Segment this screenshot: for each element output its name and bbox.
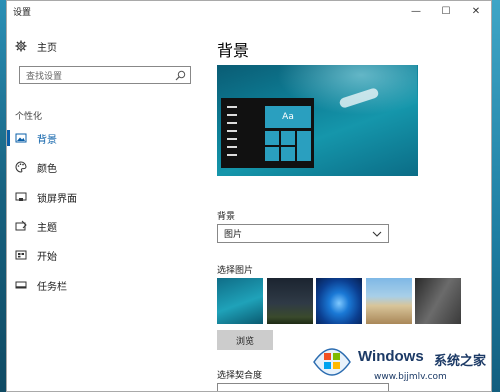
background-type-select[interactable]: 图片 (217, 224, 389, 243)
preview-tile (265, 131, 279, 145)
preview-tile (281, 131, 295, 145)
watermark: Windows 系统之家 www.bjjmlv.com (310, 338, 500, 392)
section-title: 个性化 (15, 112, 43, 122)
sidebar-item-label: 背景 (37, 134, 57, 146)
search-input[interactable]: 查找设置 (19, 66, 191, 84)
sidebar-item-lock-screen[interactable]: 锁屏界面 (7, 186, 203, 208)
preview-tile (281, 147, 295, 161)
picture-icon (15, 132, 27, 144)
title-bar: 设置 — ☐ ✕ (7, 1, 491, 21)
preview-menu-line (227, 106, 237, 108)
picture-thumbnail[interactable] (267, 278, 313, 324)
background-type-label: 背景 (217, 212, 236, 222)
background-type-value: 图片 (224, 230, 243, 240)
sidebar-item-label: 主题 (37, 222, 57, 234)
start-icon (15, 249, 27, 261)
preview-menu-line (227, 130, 237, 132)
minimize-button[interactable]: — (401, 1, 431, 21)
nav-home-label: 主页 (37, 42, 57, 54)
window-title: 设置 (13, 7, 32, 18)
preview-tile (297, 131, 311, 161)
page-title: 背景 (217, 41, 250, 60)
chevron-down-icon (372, 229, 382, 239)
preview-start-menu: Aa (221, 98, 314, 168)
search-placeholder: 查找设置 (26, 71, 63, 82)
sidebar-item-start[interactable]: 开始 (7, 244, 203, 266)
preview-tile-aa: Aa (265, 106, 311, 128)
choose-fit-label: 选择契合度 (217, 371, 263, 381)
close-button[interactable]: ✕ (461, 1, 491, 21)
preview-tile (265, 147, 279, 161)
settings-window: 设置 — ☐ ✕ 主页 查找设置 个性化 背景 颜色 锁屏界面 主题 开始 任务… (6, 0, 492, 392)
windows-logo-icon (310, 340, 354, 384)
active-indicator (7, 130, 10, 146)
choose-picture-label: 选择图片 (217, 266, 254, 276)
sidebar-item-colors[interactable]: 颜色 (7, 156, 203, 178)
picture-thumbnail[interactable] (415, 278, 461, 324)
sidebar-item-background[interactable]: 背景 (7, 127, 203, 149)
sidebar: 主页 查找设置 个性化 背景 颜色 锁屏界面 主题 开始 任务栏 (7, 21, 203, 391)
sidebar-item-label: 锁屏界面 (37, 193, 77, 205)
sidebar-item-label: 开始 (37, 251, 57, 263)
picture-thumbnail[interactable] (316, 278, 362, 324)
background-preview: Aa (217, 65, 418, 176)
search-icon[interactable] (175, 70, 186, 81)
sidebar-item-themes[interactable]: 主题 (7, 215, 203, 237)
nav-home[interactable]: 主页 (15, 39, 57, 54)
desktop-edge-right (492, 0, 500, 392)
taskbar-icon (15, 279, 27, 291)
theme-icon (15, 220, 27, 232)
preview-menu-line (227, 138, 237, 140)
sidebar-item-label: 任务栏 (37, 281, 67, 293)
gear-icon (15, 40, 27, 52)
preview-menu-line (227, 154, 237, 156)
sidebar-item-taskbar[interactable]: 任务栏 (7, 274, 203, 296)
watermark-url: www.bjjmlv.com (374, 372, 447, 382)
preview-menu-line (227, 122, 237, 124)
preview-menu-line (227, 146, 237, 148)
watermark-brand-cn: 系统之家 (434, 354, 487, 369)
picture-thumbnail[interactable] (217, 278, 263, 324)
picture-thumbnail[interactable] (366, 278, 412, 324)
lock-screen-icon (15, 191, 27, 203)
preview-menu-line (227, 114, 237, 116)
sidebar-item-label: 颜色 (37, 163, 57, 175)
browse-button[interactable]: 浏览 (217, 330, 273, 350)
palette-icon (15, 161, 27, 173)
watermark-brand: Windows (358, 348, 424, 365)
maximize-button[interactable]: ☐ (431, 1, 461, 21)
